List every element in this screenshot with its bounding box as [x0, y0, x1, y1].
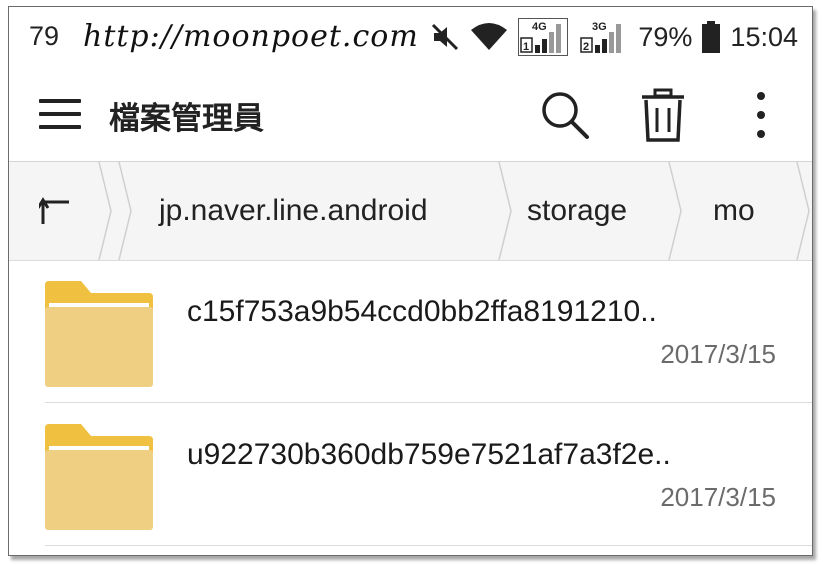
divider [45, 402, 812, 403]
breadcrumb-separator [498, 162, 512, 260]
up-arrow-icon [39, 197, 69, 224]
network-3g-label: 3G [592, 21, 607, 33]
search-icon [542, 92, 589, 139]
list-item[interactable]: u922730b360db759e7521af7a3f2e.. 2017/3/1… [9, 404, 812, 546]
breadcrumb-item[interactable]: jp.naver.line.android [159, 162, 428, 260]
trash-icon [642, 88, 684, 142]
battery-percent: 79% [638, 21, 693, 52]
search-button[interactable] [537, 87, 593, 143]
battery-icon [702, 21, 721, 53]
phone-screen: 79 http://moonpoet.com 4G 1 3G 2 79% 15:… [8, 6, 813, 556]
breadcrumb-separator [796, 162, 810, 260]
file-name: u922730b360db759e7521af7a3f2e.. [187, 438, 671, 471]
mute-icon [430, 22, 460, 52]
menu-icon[interactable] [39, 99, 81, 131]
divider [45, 545, 812, 546]
notification-count: 79 [29, 21, 60, 51]
sim1-label: 1 [523, 41, 529, 53]
file-date: 2017/3/15 [660, 482, 776, 512]
more-options-button[interactable] [733, 87, 789, 143]
file-date: 2017/3/15 [660, 339, 776, 369]
breadcrumb-item[interactable]: mo [713, 162, 755, 260]
clock: 15:04 [730, 21, 798, 52]
file-name: c15f753a9b54ccd0bb2ffa8191210.. [187, 295, 657, 328]
signal-3g-icon: 3G 2 [578, 18, 628, 56]
wifi-icon [470, 22, 508, 52]
sim2-label: 2 [583, 41, 589, 53]
app-title: 檔案管理員 [109, 101, 264, 137]
network-4g-label: 4G [532, 21, 547, 33]
signal-4g-icon: 4G 1 [518, 18, 569, 56]
status-bar: 79 http://moonpoet.com 4G 1 3G 2 79% 15:… [9, 7, 812, 69]
watermark-text: http://moonpoet.com [83, 19, 419, 54]
app-bar: 檔案管理員 [9, 69, 812, 162]
breadcrumb: jp.naver.line.android storage mo [9, 162, 812, 261]
up-button[interactable] [39, 162, 99, 260]
breadcrumb-separator [98, 162, 132, 260]
status-icons: 4G 1 3G 2 79% 15:04 [430, 18, 798, 56]
breadcrumb-separator [668, 162, 682, 260]
folder-icon [45, 281, 153, 387]
folder-icon [45, 424, 153, 530]
delete-button[interactable] [635, 87, 691, 143]
more-vert-icon [757, 92, 765, 138]
breadcrumb-item[interactable]: storage [527, 162, 627, 260]
list-item[interactable]: c15f753a9b54ccd0bb2ffa8191210.. 2017/3/1… [9, 261, 812, 403]
